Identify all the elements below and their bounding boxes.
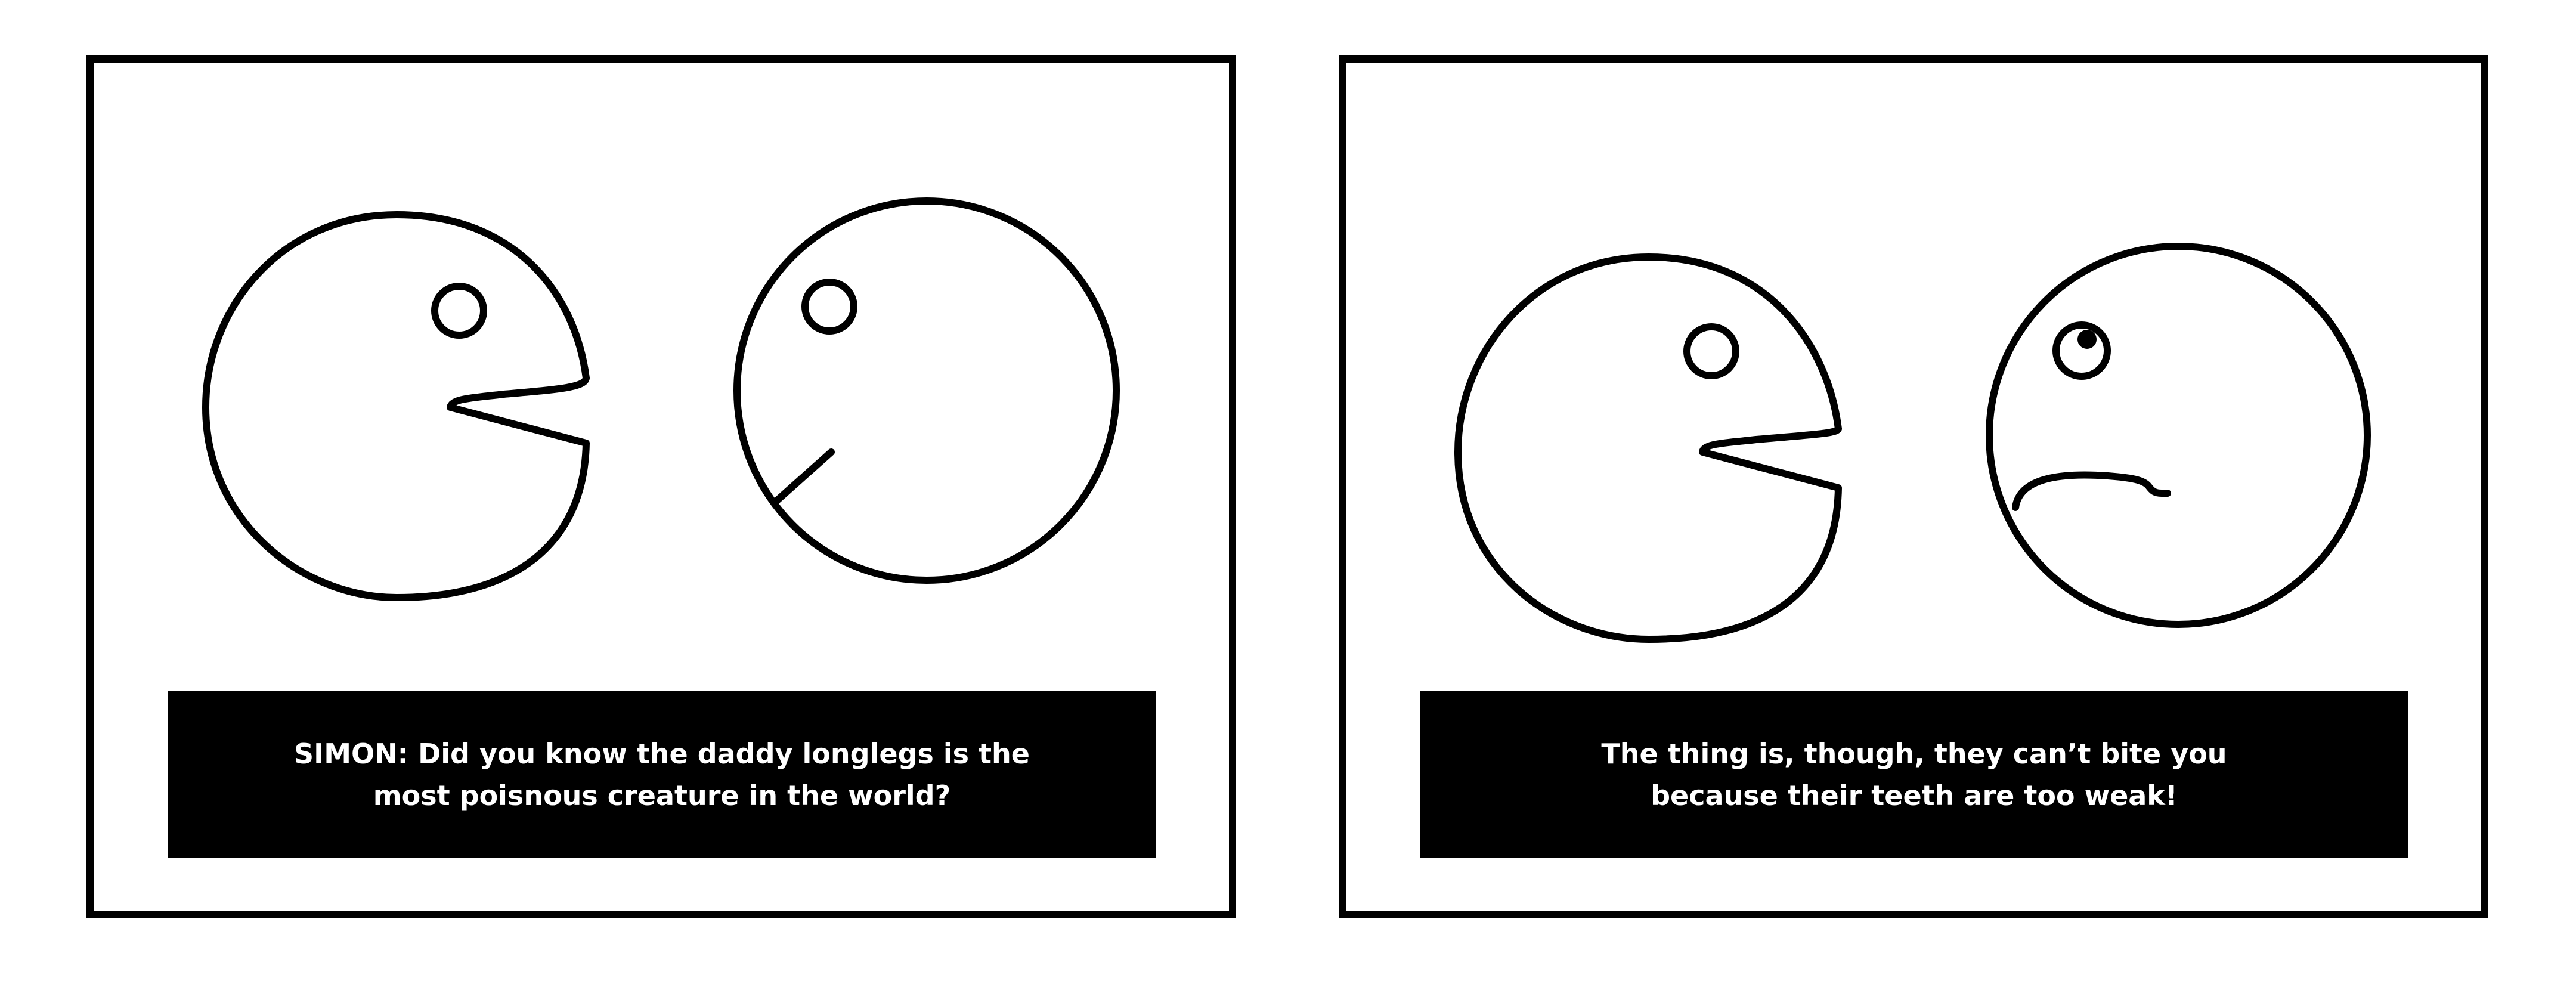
listener-head [1986,243,2371,628]
caption-2-line-1: The thing is, though, they can’t bite yo… [1601,738,2227,770]
listener-pupil [2077,330,2097,349]
listener-head [733,197,1120,584]
comic-panel-1: SIMON: Did you know the daddy longlegs i… [86,55,1236,918]
simon-head [1454,253,1842,643]
simon-eye [1683,323,1739,379]
listener-mouth [772,448,835,505]
caption-box-2: The thing is, though, they can’t bite yo… [1420,691,2408,858]
listener-frown [2012,471,2171,511]
listener-eye [801,279,857,335]
caption-1-line-1: SIMON: Did you know the daddy longlegs i… [294,738,1030,770]
caption-box-1: SIMON: Did you know the daddy longlegs i… [168,691,1156,858]
caption-1-line-2: most poisnous creature in the world? [373,779,951,812]
simon-eye [431,283,487,339]
caption-2-line-2: because their teeth are too weak! [1651,779,2178,812]
comic-panel-2: The thing is, though, they can’t bite yo… [1339,55,2488,918]
simon-head [202,211,590,601]
